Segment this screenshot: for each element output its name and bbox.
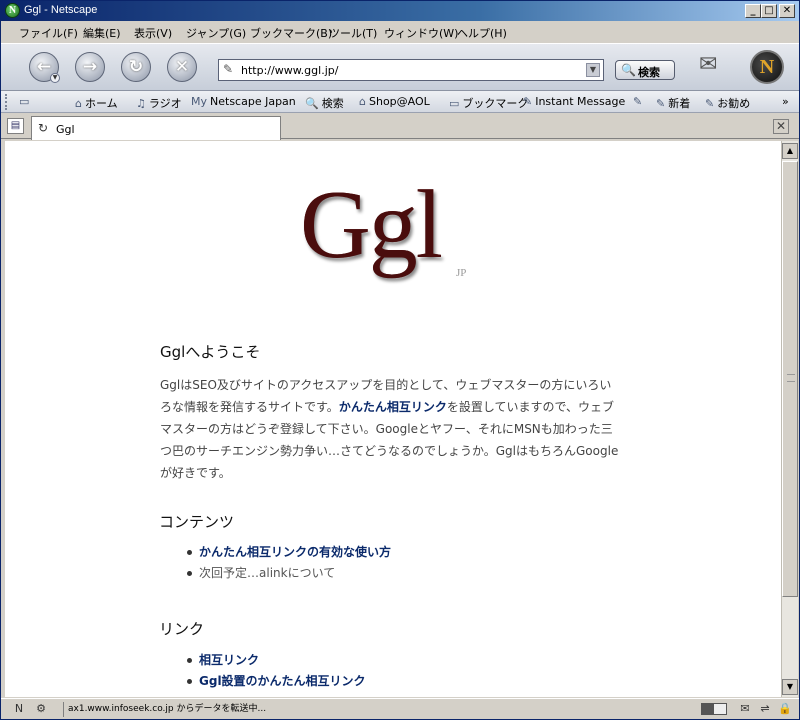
bookmark-shop-aol[interactable]: ⌂ Shop@AOL	[359, 95, 430, 108]
minimize-button[interactable]: _	[745, 4, 761, 18]
shop-icon: ⌂	[359, 95, 366, 108]
bookmark-icon: ✎	[633, 95, 643, 108]
online-status-icon[interactable]: ⇌	[757, 702, 773, 716]
close-window-button[interactable]: ✕	[779, 4, 795, 18]
bookmark-home[interactable]: ⌂ ホーム	[75, 95, 118, 111]
bookmark-instant-message[interactable]: ✎ Instant Message	[523, 95, 625, 108]
menu-bar: ファイル(F) 編集(E) 表示(V) ジャンプ(G) ブックマーク(B) ツー…	[1, 22, 799, 42]
new-tab-icon[interactable]: ▤	[7, 118, 24, 134]
logo-jp-suffix: JP	[456, 267, 467, 279]
tab-label: Ggl	[56, 123, 75, 136]
menu-tools[interactable]: ツール(T)	[329, 25, 377, 41]
forward-button[interactable]: →	[75, 52, 105, 82]
ggl-logo[interactable]: Ggl JP	[300, 169, 500, 299]
list-item: 次回予定…alinkについて	[185, 563, 391, 584]
menu-help[interactable]: ヘルプ(H)	[457, 25, 507, 41]
bookmark-recommended[interactable]: ✎ お勧め	[705, 95, 750, 111]
list-item[interactable]: 相互リンク	[185, 650, 366, 671]
netscape-status-icon[interactable]: N	[11, 702, 27, 716]
page-content: Ggl JP Gglへようこそ GglはSEO及びサイトのアクセスアップを目的と…	[5, 141, 781, 697]
url-history-dropdown-icon[interactable]: ▼	[586, 63, 600, 77]
menu-window[interactable]: ウィンドウ(W)	[384, 25, 458, 41]
menu-view[interactable]: 表示(V)	[134, 25, 172, 41]
my-icon: My	[191, 95, 208, 108]
stop-icon: ✕	[174, 57, 190, 77]
scroll-up-arrow-icon[interactable]: ▲	[782, 143, 798, 159]
maximize-button[interactable]: □	[761, 4, 777, 18]
tab-ggl[interactable]: ↻ Ggl	[31, 116, 281, 140]
menu-file[interactable]: ファイル(F)	[19, 25, 78, 41]
toolbar-overflow-chevron-icon[interactable]: »	[782, 95, 789, 108]
toolbar-grip[interactable]	[5, 94, 13, 110]
security-lock-icon[interactable]: 🔒	[777, 702, 793, 716]
list-item[interactable]: かんたん相互リンクの有効な使い方	[185, 542, 391, 563]
ggl-mutual-link-link[interactable]: Ggl設置のかんたん相互リンク	[199, 674, 366, 688]
search-icon: 🔍	[621, 63, 636, 77]
reload-button[interactable]: ↻	[121, 52, 151, 82]
links-heading: リンク	[159, 620, 205, 638]
reload-icon: ↻	[128, 57, 144, 77]
home-icon: ⌂	[75, 97, 82, 110]
bookmark-search[interactable]: 🔍 検索	[305, 95, 344, 111]
bookmark-new[interactable]: ✎ 新着	[656, 95, 690, 111]
tab-bar: ▤ ↻ Ggl ✕	[1, 114, 799, 140]
mutual-link-link[interactable]: 相互リンク	[199, 653, 259, 667]
close-tab-button[interactable]: ✕	[773, 119, 789, 134]
scroll-grip	[787, 374, 795, 382]
netscape-app-icon: N	[5, 3, 20, 18]
bookmark-netscape-japan[interactable]: My Netscape Japan	[191, 95, 296, 108]
bookmark-icon: ✎	[656, 97, 666, 110]
back-history-dropdown[interactable]: ▼	[50, 73, 60, 83]
scroll-thumb[interactable]	[782, 161, 798, 597]
personal-toolbar: ▭ ⌂ ホーム ♫ ラジオ My Netscape Japan 🔍 検索 ⌂ Shop@A…	[1, 91, 799, 113]
stop-button[interactable]: ✕	[167, 52, 197, 82]
loading-icon: ↻	[38, 121, 49, 135]
menu-edit[interactable]: 編集(E)	[83, 25, 121, 41]
list-item[interactable]: Ggl設置のかんたん相互リンク	[185, 671, 366, 692]
logo-text: Ggl	[300, 171, 443, 279]
navigation-toolbar: ← ▼ → ↻ ✕ ✎ http://www.ggl.jp/ ▼ 🔍 検索 ✉ …	[1, 43, 799, 91]
progress-meter	[701, 703, 727, 715]
bookmark-blank[interactable]: ✎	[633, 95, 645, 108]
component-bar-icon[interactable]: ⚙	[33, 702, 49, 716]
welcome-paragraph: GglはSEO及びサイトのアクセスアップを目的として、ウェブマスターの方にいろい…	[160, 374, 622, 484]
title-bar: N Ggl - Netscape _ □ ✕	[1, 1, 799, 21]
menu-go[interactable]: ジャンプ(G)	[186, 25, 246, 41]
progress-fill	[702, 704, 714, 714]
url-text[interactable]: http://www.ggl.jp/	[241, 64, 338, 77]
forward-arrow-icon: →	[82, 57, 98, 77]
bookmark-icon: ✎	[523, 95, 533, 108]
page-proxy-icon[interactable]: ✎	[223, 62, 233, 76]
welcome-heading: Gglへようこそ	[160, 343, 261, 361]
mail-icon[interactable]: ✉	[699, 52, 733, 80]
back-button[interactable]: ← ▼	[29, 52, 60, 83]
easy-mutual-link-link[interactable]: かんたん相互リンク	[339, 400, 447, 414]
browser-window: N Ggl - Netscape _ □ ✕ ファイル(F) 編集(E) 表示(…	[0, 0, 800, 720]
scroll-down-arrow-icon[interactable]: ▼	[782, 679, 798, 695]
contents-heading: コンテンツ	[159, 513, 235, 531]
status-bar: N ⚙ ax1.www.infoseek.co.jp からデータを転送中... …	[1, 698, 799, 719]
mail-status-icon[interactable]: ✉	[737, 702, 753, 716]
contents-upcoming-text: 次回予定…alinkについて	[199, 566, 336, 580]
bookmark-radio[interactable]: ♫ ラジオ	[136, 95, 182, 111]
status-text: ax1.www.infoseek.co.jp からデータを転送中...	[63, 702, 693, 717]
vertical-scrollbar[interactable]: ▲ ▼	[781, 141, 798, 697]
links-list: 相互リンク Ggl設置のかんたん相互リンク	[185, 650, 366, 692]
search-button-label: 検索	[638, 66, 660, 79]
url-bar[interactable]: ✎ http://www.ggl.jp/ ▼	[218, 59, 604, 81]
search-button[interactable]: 🔍 検索	[615, 60, 675, 80]
magnifier-icon: 🔍	[305, 97, 319, 110]
bookmarks-folder[interactable]: ▭ ブックマーク	[449, 95, 528, 111]
folder-icon: ▭	[449, 97, 460, 110]
headphones-icon: ♫	[136, 97, 146, 110]
bookmark-icon: ✎	[705, 97, 715, 110]
contents-link[interactable]: かんたん相互リンクの有効な使い方	[199, 545, 391, 559]
toolbar-window-icon[interactable]: ▭	[19, 95, 32, 108]
contents-list: かんたん相互リンクの有効な使い方 次回予定…alinkについて	[185, 542, 391, 584]
menu-bookmarks[interactable]: ブックマーク(B)	[250, 25, 332, 41]
netscape-throbber-icon[interactable]: N	[750, 50, 784, 84]
window-title: Ggl - Netscape	[24, 4, 98, 16]
